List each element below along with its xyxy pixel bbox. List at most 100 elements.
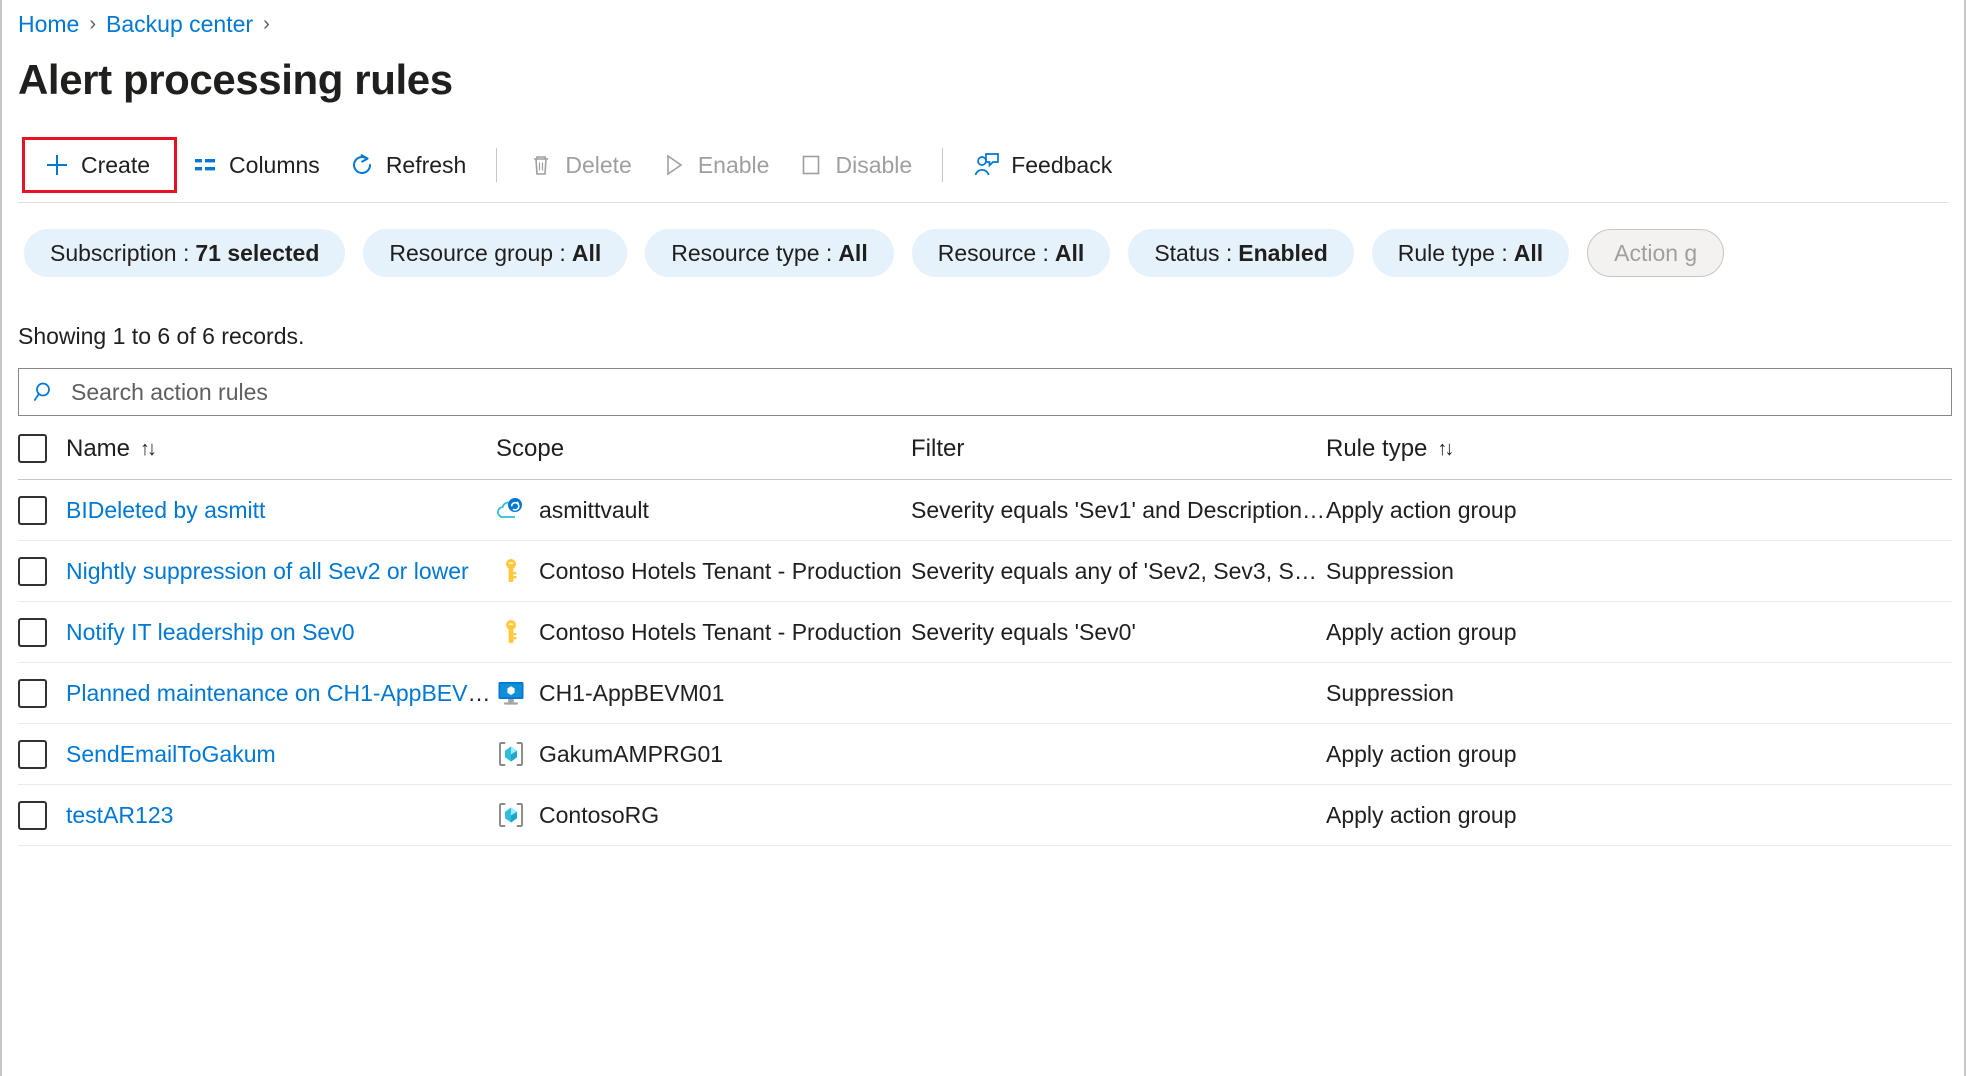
enable-button[interactable]: Enable [646, 141, 784, 189]
row-checkbox[interactable] [18, 740, 47, 769]
disable-button-label: Disable [835, 152, 912, 179]
filter-pill-resource[interactable]: Resource : All [912, 229, 1111, 277]
filter-pill-resource-value: All [1055, 240, 1084, 267]
alert-rules-table: Name ↑↓ Scope Filter Rule type [18, 416, 1952, 846]
table-body: BIDeleted by asmitt asmittvaultSeverity e… [18, 480, 1952, 846]
column-header-name[interactable]: Name ↑↓ [66, 416, 496, 480]
resource-group-icon [496, 739, 526, 769]
filter-pill-add-action-group[interactable]: Action g [1587, 229, 1724, 277]
plus-icon [43, 151, 71, 179]
sort-arrows-icon[interactable]: ↑↓ [140, 439, 154, 459]
subscription-key-icon [496, 617, 526, 647]
scope-label: CH1-AppBEVM01 [539, 680, 724, 707]
row-select-cell [18, 541, 66, 602]
rule-name-link[interactable]: Nightly suppression of all Sev2 or lower [66, 558, 469, 584]
row-checkbox[interactable] [18, 801, 47, 830]
column-header-scope: Scope [496, 416, 911, 480]
filter-pill-status[interactable]: Status : Enabled [1128, 229, 1353, 277]
rule-name-cell: BIDeleted by asmitt [66, 480, 496, 541]
delete-button[interactable]: Delete [513, 141, 645, 189]
row-checkbox[interactable] [18, 557, 47, 586]
scope-label: Contoso Hotels Tenant - Production [539, 619, 902, 646]
rule-name-link[interactable]: BIDeleted by asmitt [66, 497, 265, 523]
filter-cell [911, 663, 1326, 724]
search-input[interactable] [69, 370, 1951, 414]
row-checkbox[interactable] [18, 618, 47, 647]
filter-cell: Severity equals any of 'Sev2, Sev3, Sev4… [911, 541, 1326, 602]
filter-pill-status-label: Status : [1154, 240, 1232, 267]
rule-name-cell: Planned maintenance on CH1-AppBEVM01 [66, 663, 496, 724]
breadcrumb-separator-icon: › [89, 10, 96, 38]
column-header-filter-label: Filter [911, 435, 964, 463]
scope-label: ContosoRG [539, 802, 659, 829]
refresh-button[interactable]: Refresh [334, 141, 481, 189]
column-header-rule-type[interactable]: Rule type ↑↓ [1326, 416, 1952, 480]
rule-name-link[interactable]: Notify IT leadership on Sev0 [66, 619, 355, 645]
alert-processing-rules-page: Home › Backup center › Alert processing … [0, 0, 1966, 846]
sort-arrows-icon[interactable]: ↑↓ [1437, 439, 1451, 459]
filter-pill-subscription-label: Subscription : [50, 240, 189, 267]
row-select-cell [18, 602, 66, 663]
scope-cell: ContosoRG [496, 785, 911, 846]
table-row[interactable]: Notify IT leadership on Sev0 Contoso Hote… [18, 602, 1952, 663]
filter-pill-resource-type[interactable]: Resource type : All [645, 229, 893, 277]
rule-name-link[interactable]: SendEmailToGakum [66, 741, 276, 767]
select-all-header [18, 416, 66, 480]
rule-name-link[interactable]: Planned maintenance on CH1-AppBEVM01 [66, 680, 496, 706]
filter-pill-resource-group-value: All [572, 240, 601, 267]
columns-icon [191, 151, 219, 179]
toolbar-divider [942, 148, 943, 182]
enable-button-label: Enable [698, 152, 770, 179]
scope-cell: GakumAMPRG01 [496, 724, 911, 785]
disable-button[interactable]: Disable [783, 141, 926, 189]
resource-group-icon [496, 800, 526, 830]
table-row[interactable]: SendEmailToGakum GakumAMPRG01 Apply action… [18, 724, 1952, 785]
scope-cell: CH1-AppBEVM01 [496, 663, 911, 724]
filter-pill-resource-group-label: Resource group : [389, 240, 565, 267]
select-all-checkbox[interactable] [18, 434, 47, 463]
filter-pill-resource-group[interactable]: Resource group : All [363, 229, 627, 277]
table-row[interactable]: testAR123 ContosoRG Apply action group [18, 785, 1952, 846]
feedback-button-label: Feedback [1011, 152, 1112, 179]
rule-type-cell: Suppression [1326, 663, 1952, 724]
columns-button[interactable]: Columns [177, 141, 334, 189]
page-title: Alert processing rules [0, 56, 1966, 104]
create-button-highlight: Create [22, 137, 177, 193]
feedback-button[interactable]: Feedback [959, 141, 1126, 189]
table-row[interactable]: Nightly suppression of all Sev2 or lower… [18, 541, 1952, 602]
rule-name-link[interactable]: testAR123 [66, 802, 173, 828]
filter-pill-rule-type[interactable]: Rule type : All [1372, 229, 1569, 277]
breadcrumb-item-home[interactable]: Home [18, 10, 79, 38]
virtual-machine-icon [496, 678, 526, 708]
refresh-icon [348, 151, 376, 179]
breadcrumb-separator-icon: › [263, 10, 270, 38]
scope-cell: asmittvault [496, 480, 911, 541]
scope-cell: Contoso Hotels Tenant - Production [496, 602, 911, 663]
row-select-cell [18, 724, 66, 785]
row-checkbox[interactable] [18, 679, 47, 708]
recovery-services-vault-icon [496, 495, 526, 525]
rule-type-cell: Apply action group [1326, 724, 1952, 785]
filter-cell: Severity equals 'Sev1' and Description c… [911, 480, 1326, 541]
table-row[interactable]: Planned maintenance on CH1-AppBEVM01 CH1-… [18, 663, 1952, 724]
search-box[interactable] [18, 368, 1952, 416]
breadcrumb-item-backup-center[interactable]: Backup center [106, 10, 253, 38]
create-button[interactable]: Create [29, 141, 164, 189]
column-header-scope-label: Scope [496, 435, 564, 463]
toolbar-divider [496, 148, 497, 182]
table-header-row: Name ↑↓ Scope Filter Rule type [18, 416, 1952, 480]
table-row[interactable]: BIDeleted by asmitt asmittvaultSeverity e… [18, 480, 1952, 541]
filter-cell [911, 785, 1326, 846]
rule-type-cell: Apply action group [1326, 602, 1952, 663]
filter-pill-rule-type-label: Rule type : [1398, 240, 1508, 267]
row-checkbox[interactable] [18, 496, 47, 525]
filter-pill-subscription[interactable]: Subscription : 71 selected [24, 229, 345, 277]
subscription-key-icon [496, 556, 526, 586]
row-select-cell [18, 663, 66, 724]
trash-icon [527, 151, 555, 179]
columns-button-label: Columns [229, 152, 320, 179]
filter-pill-bar: Subscription : 71 selected Resource grou… [0, 229, 1966, 277]
rule-type-cell: Apply action group [1326, 785, 1952, 846]
filter-pill-resource-label: Resource : [938, 240, 1049, 267]
rule-name-cell: Nightly suppression of all Sev2 or lower [66, 541, 496, 602]
